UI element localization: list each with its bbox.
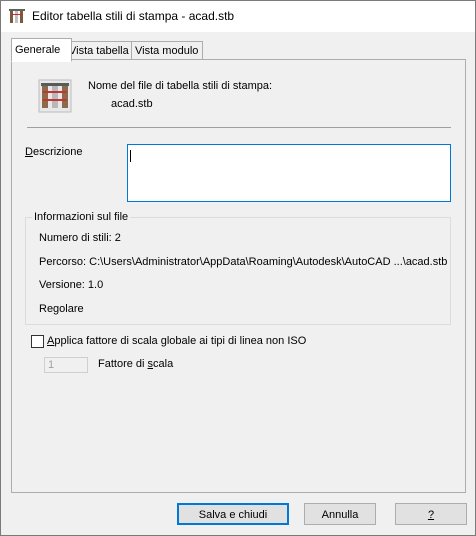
description-label-mnemonic: D bbox=[25, 146, 33, 158]
file-path: Percorso: C:\Users\Administrator\AppData… bbox=[39, 256, 448, 268]
help-button-label: ? bbox=[427, 509, 435, 521]
title-bar[interactable]: Editor tabella stili di stampa - acad.st… bbox=[1, 1, 475, 32]
description-label-rest: escrizione bbox=[32, 146, 83, 158]
tab-vista-modulo[interactable]: Vista modulo bbox=[131, 41, 203, 60]
tab-vista-tabella[interactable]: Vista tabella bbox=[65, 41, 135, 60]
separator bbox=[27, 127, 451, 128]
tab-generale[interactable]: Generale bbox=[11, 38, 72, 62]
apply-scale-label[interactable]: Applica fattore di scala globale ai tipi… bbox=[47, 335, 306, 347]
general-tab-panel: Nome del file di tabella stili di stampa… bbox=[11, 59, 466, 493]
plot-style-table-icon bbox=[9, 9, 25, 23]
file-name-label: Nome del file di tabella stili di stampa… bbox=[88, 80, 273, 92]
file-name-value: acad.stb bbox=[111, 98, 153, 110]
apply-scale-label-rest: pplica fattore di scala globale ai tipi … bbox=[54, 335, 307, 347]
file-version: Versione: 1.0 bbox=[39, 279, 104, 291]
table-type: Regolare bbox=[39, 303, 84, 315]
plot-style-table-icon bbox=[38, 79, 72, 113]
text-caret bbox=[130, 150, 131, 162]
scale-factor-field: 1 bbox=[44, 357, 88, 373]
scale-factor-label: Fattore di scala bbox=[98, 358, 173, 370]
description-field[interactable] bbox=[127, 144, 451, 202]
scale-label-pre: Fattore di bbox=[98, 358, 148, 370]
save-and-close-button[interactable]: Salva e chiudi bbox=[177, 503, 289, 525]
cancel-button[interactable]: Annulla bbox=[304, 503, 376, 525]
plot-style-table-editor-window: Editor tabella stili di stampa - acad.st… bbox=[0, 0, 476, 536]
file-info-legend: Informazioni sul file bbox=[32, 211, 131, 223]
window-title: Editor tabella stili di stampa - acad.st… bbox=[32, 9, 235, 23]
scale-label-rest: cala bbox=[153, 358, 174, 370]
style-count: Numero di stili: 2 bbox=[39, 232, 121, 244]
description-label: Descrizione bbox=[25, 146, 82, 158]
apply-scale-checkbox[interactable] bbox=[31, 335, 44, 348]
help-button[interactable]: ? bbox=[395, 503, 467, 525]
